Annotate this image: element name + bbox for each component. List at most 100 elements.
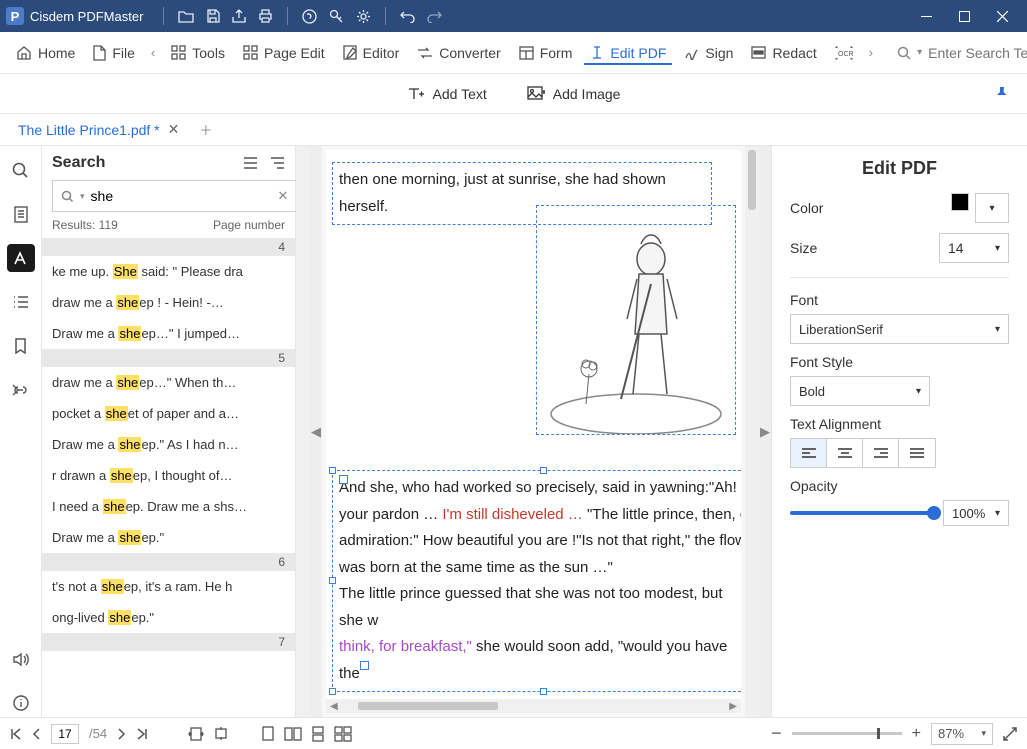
sub-toolbar: Add Text Add Image — [0, 74, 1027, 114]
document-page[interactable]: then one morning, just at sunrise, she h… — [326, 150, 741, 713]
document-tab[interactable]: The Little Prince1.pdf * ✕ — [10, 117, 187, 142]
help-icon[interactable] — [302, 9, 317, 24]
font-style-dropdown[interactable]: Bold▾ — [790, 376, 930, 406]
toolbar-next[interactable]: › — [865, 41, 877, 64]
opacity-dropdown[interactable]: 100%▾ — [943, 500, 1009, 526]
size-dropdown[interactable]: 14▾ — [939, 233, 1009, 263]
image-block[interactable] — [536, 205, 736, 435]
maximize-button[interactable] — [945, 0, 983, 32]
search-result[interactable]: I need a sheep. Draw me a shs… — [42, 491, 295, 522]
share-icon[interactable] — [232, 9, 246, 23]
text-icon[interactable] — [7, 244, 35, 272]
clip-icon[interactable] — [7, 376, 35, 404]
ocr-button[interactable]: OCR — [829, 42, 859, 64]
horizontal-scrollbar[interactable]: ◀ ▶ — [326, 699, 741, 713]
zoom-slider[interactable] — [792, 732, 902, 735]
align-left-button[interactable] — [791, 439, 827, 467]
converter-button[interactable]: Converter — [411, 41, 506, 65]
text-block-2[interactable]: And she, who had worked so precisely, sa… — [332, 470, 741, 692]
two-continuous-icon[interactable] — [334, 726, 352, 742]
search-result[interactable]: Draw me a sheep…" I jumped… — [42, 318, 295, 349]
pin-icon[interactable] — [995, 86, 1009, 102]
opacity-slider[interactable] — [790, 511, 935, 515]
prev-page-icon[interactable] — [32, 728, 41, 740]
clear-search-icon[interactable]: ✕ — [278, 188, 289, 204]
key-icon[interactable] — [329, 9, 344, 24]
size-label: Size — [790, 240, 817, 256]
editor-button[interactable]: Editor — [337, 41, 406, 65]
info-icon[interactable] — [7, 689, 35, 717]
two-page-icon[interactable] — [284, 727, 302, 741]
close-button[interactable] — [983, 0, 1021, 32]
settings-icon[interactable] — [356, 9, 371, 24]
form-button[interactable]: Form — [513, 41, 579, 65]
collapse-right-icon[interactable]: ▶ — [759, 146, 771, 717]
search-result[interactable]: Draw me a sheep." — [42, 522, 295, 553]
edit-pdf-button[interactable]: Edit PDF — [584, 41, 672, 65]
list-view-icon[interactable] — [243, 157, 258, 169]
page-input[interactable] — [51, 724, 79, 744]
sound-icon[interactable] — [7, 645, 35, 673]
open-icon[interactable] — [178, 9, 194, 23]
minimize-button[interactable] — [907, 0, 945, 32]
add-text-button[interactable]: Add Text — [407, 86, 487, 102]
last-page-icon[interactable] — [136, 728, 148, 740]
toolbar-search-input[interactable] — [928, 45, 1027, 61]
new-tab-button[interactable]: ＋ — [199, 120, 212, 139]
search-result[interactable]: r drawn a sheep, I thought of… — [42, 460, 295, 491]
tools-button[interactable]: Tools — [165, 41, 231, 65]
zoom-in-icon[interactable]: + — [912, 725, 921, 743]
add-image-button[interactable]: Add Image — [527, 86, 621, 102]
search-result[interactable]: pocket a sheet of paper and a… — [42, 398, 295, 429]
toolbar-search[interactable]: ▾ — [897, 45, 1027, 61]
first-page-icon[interactable] — [10, 728, 22, 740]
next-page-icon[interactable] — [117, 728, 126, 740]
panel-scrollbar[interactable] — [296, 146, 310, 717]
outline-icon[interactable] — [7, 288, 35, 316]
search-input-box[interactable]: ▾ ✕ — [52, 180, 297, 212]
tab-bar: The Little Prince1.pdf * ✕ ＋ — [0, 114, 1027, 146]
tab-title: The Little Prince1.pdf * — [18, 122, 160, 138]
tree-view-icon[interactable] — [270, 157, 285, 169]
app-title: Cisdem PDFMaster — [30, 9, 143, 24]
font-dropdown[interactable]: LiberationSerif▾ — [790, 314, 1009, 344]
search-result[interactable]: draw me a sheep…" When th… — [42, 367, 295, 398]
align-right-button[interactable] — [863, 439, 899, 467]
file-button[interactable]: File — [87, 41, 141, 65]
search-panel-title: Search — [52, 154, 105, 172]
search-result[interactable]: draw me a sheep ! - Hein! -… — [42, 287, 295, 318]
align-justify-button[interactable] — [899, 439, 935, 467]
doc-scrollbar[interactable] — [745, 146, 759, 717]
single-page-icon[interactable] — [262, 726, 274, 741]
search-result[interactable]: t's not a sheep, it's a ram. He h — [42, 571, 295, 602]
color-swatch[interactable] — [951, 193, 969, 211]
search-result[interactable]: ong-lived sheep." — [42, 602, 295, 633]
page-edit-button[interactable]: Page Edit — [237, 41, 331, 65]
zoom-dropdown[interactable]: 87%▾ — [931, 723, 993, 745]
sign-button[interactable]: Sign — [678, 41, 739, 65]
left-rail — [0, 146, 42, 717]
search-input[interactable] — [91, 188, 272, 204]
redact-button[interactable]: Redact — [745, 41, 822, 65]
tab-close-icon[interactable]: ✕ — [168, 121, 180, 138]
thumbnails-icon[interactable] — [7, 200, 35, 228]
undo-icon[interactable] — [400, 10, 415, 23]
bookmark-icon[interactable] — [7, 332, 35, 360]
home-button[interactable]: Home — [10, 41, 81, 65]
continuous-icon[interactable] — [312, 726, 324, 742]
fit-width-icon[interactable] — [188, 727, 204, 741]
print-icon[interactable] — [258, 9, 273, 23]
collapse-left-icon[interactable]: ◀ — [310, 146, 322, 717]
save-icon[interactable] — [206, 9, 220, 23]
redo-icon[interactable] — [427, 10, 442, 23]
zoom-out-icon[interactable]: − — [771, 723, 782, 744]
search-result[interactable]: Draw me a sheep." As I had n… — [42, 429, 295, 460]
fit-page-icon[interactable] — [214, 726, 228, 741]
search-icon[interactable] — [7, 156, 35, 184]
search-result[interactable]: ke me up. She said: " Please dra — [42, 256, 295, 287]
color-dropdown[interactable]: ▾ — [975, 193, 1009, 223]
fullscreen-icon[interactable] — [1003, 727, 1017, 741]
app-logo: P — [6, 7, 24, 25]
toolbar-prev[interactable]: ‹ — [147, 41, 159, 64]
align-center-button[interactable] — [827, 439, 863, 467]
